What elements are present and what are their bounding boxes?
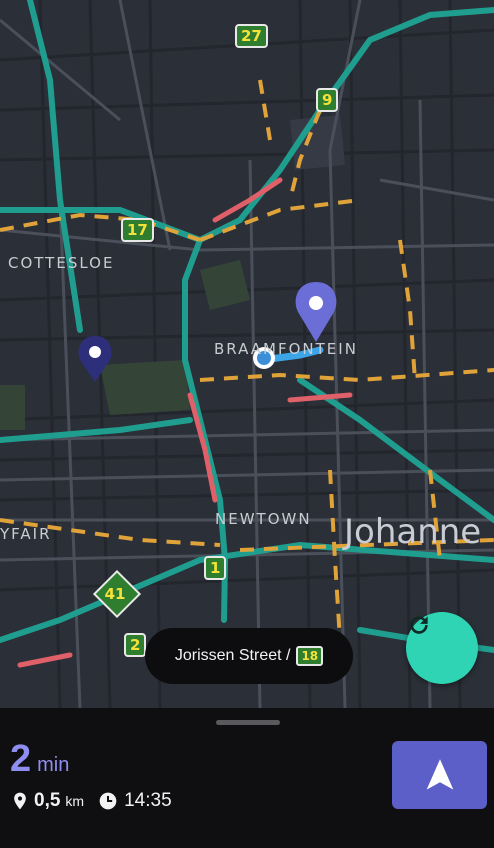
route-shield-2: 2 xyxy=(124,633,147,657)
city-label-johannesburg: Johanne xyxy=(344,512,482,552)
start-navigation-button[interactable] xyxy=(392,741,487,809)
location-pin-icon xyxy=(14,792,26,810)
trip-summary-sheet[interactable]: 2 min 0,5 km 14:35 xyxy=(0,708,494,848)
arrival-time: 14:35 xyxy=(124,790,172,811)
eta: 2 min xyxy=(10,738,69,781)
refresh-icon xyxy=(410,616,428,634)
current-street-pill: Jorissen Street / 18 xyxy=(145,628,353,684)
distance-unit: km xyxy=(65,793,85,809)
route-diamond-shield-label: 41 xyxy=(104,585,126,603)
recenter-button[interactable] xyxy=(406,612,478,684)
route-shield-1: 1 xyxy=(204,556,227,580)
eta-value: 2 xyxy=(10,738,32,780)
area-label-cottesloe: COTTESLOE xyxy=(8,254,115,272)
route-shield-27: 27 xyxy=(235,24,268,48)
current-street-shield: 18 xyxy=(296,646,324,666)
navigation-arrow-icon xyxy=(426,759,453,790)
map-view[interactable]: COTTESLOE BRAAMFONTEIN NEWTOWN YFAIR Joh… xyxy=(0,0,494,708)
area-label-mayfair: YFAIR xyxy=(0,525,52,543)
current-street-name: Jorissen Street / xyxy=(174,647,291,664)
eta-unit: min xyxy=(37,754,70,776)
clock-icon xyxy=(99,792,117,810)
area-label-braamfontein: BRAAMFONTEIN xyxy=(214,340,358,358)
sheet-drag-handle[interactable] xyxy=(216,720,280,725)
area-label-newtown: NEWTOWN xyxy=(215,510,312,528)
route-shield-17: 17 xyxy=(121,218,154,242)
distance-value: 0,5 xyxy=(34,790,61,811)
route-shield-9: 9 xyxy=(316,88,339,112)
trip-meta: 0,5 km 14:35 xyxy=(10,790,172,812)
